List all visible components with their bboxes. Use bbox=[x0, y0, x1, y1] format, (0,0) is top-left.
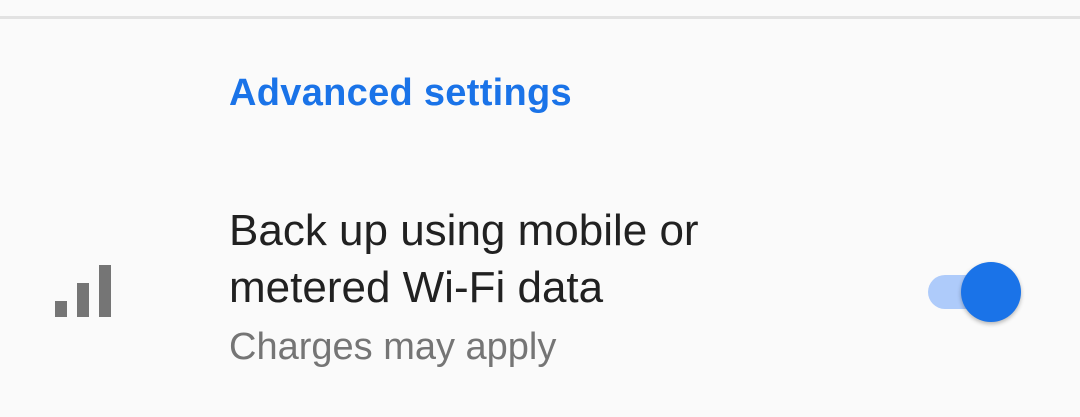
mobile-data-backup-setting[interactable]: Back up using mobile or metered Wi-Fi da… bbox=[0, 190, 1080, 390]
cellular-signal-icon bbox=[55, 265, 111, 317]
setting-summary: Charges may apply bbox=[229, 326, 557, 368]
divider bbox=[0, 16, 1080, 19]
setting-title: Back up using mobile or metered Wi-Fi da… bbox=[229, 206, 699, 312]
settings-screen: Advanced settings Back up using mobile o… bbox=[0, 0, 1080, 417]
mobile-data-toggle[interactable] bbox=[925, 262, 1025, 322]
section-header: Advanced settings bbox=[229, 72, 572, 114]
toggle-thumb bbox=[961, 262, 1021, 322]
